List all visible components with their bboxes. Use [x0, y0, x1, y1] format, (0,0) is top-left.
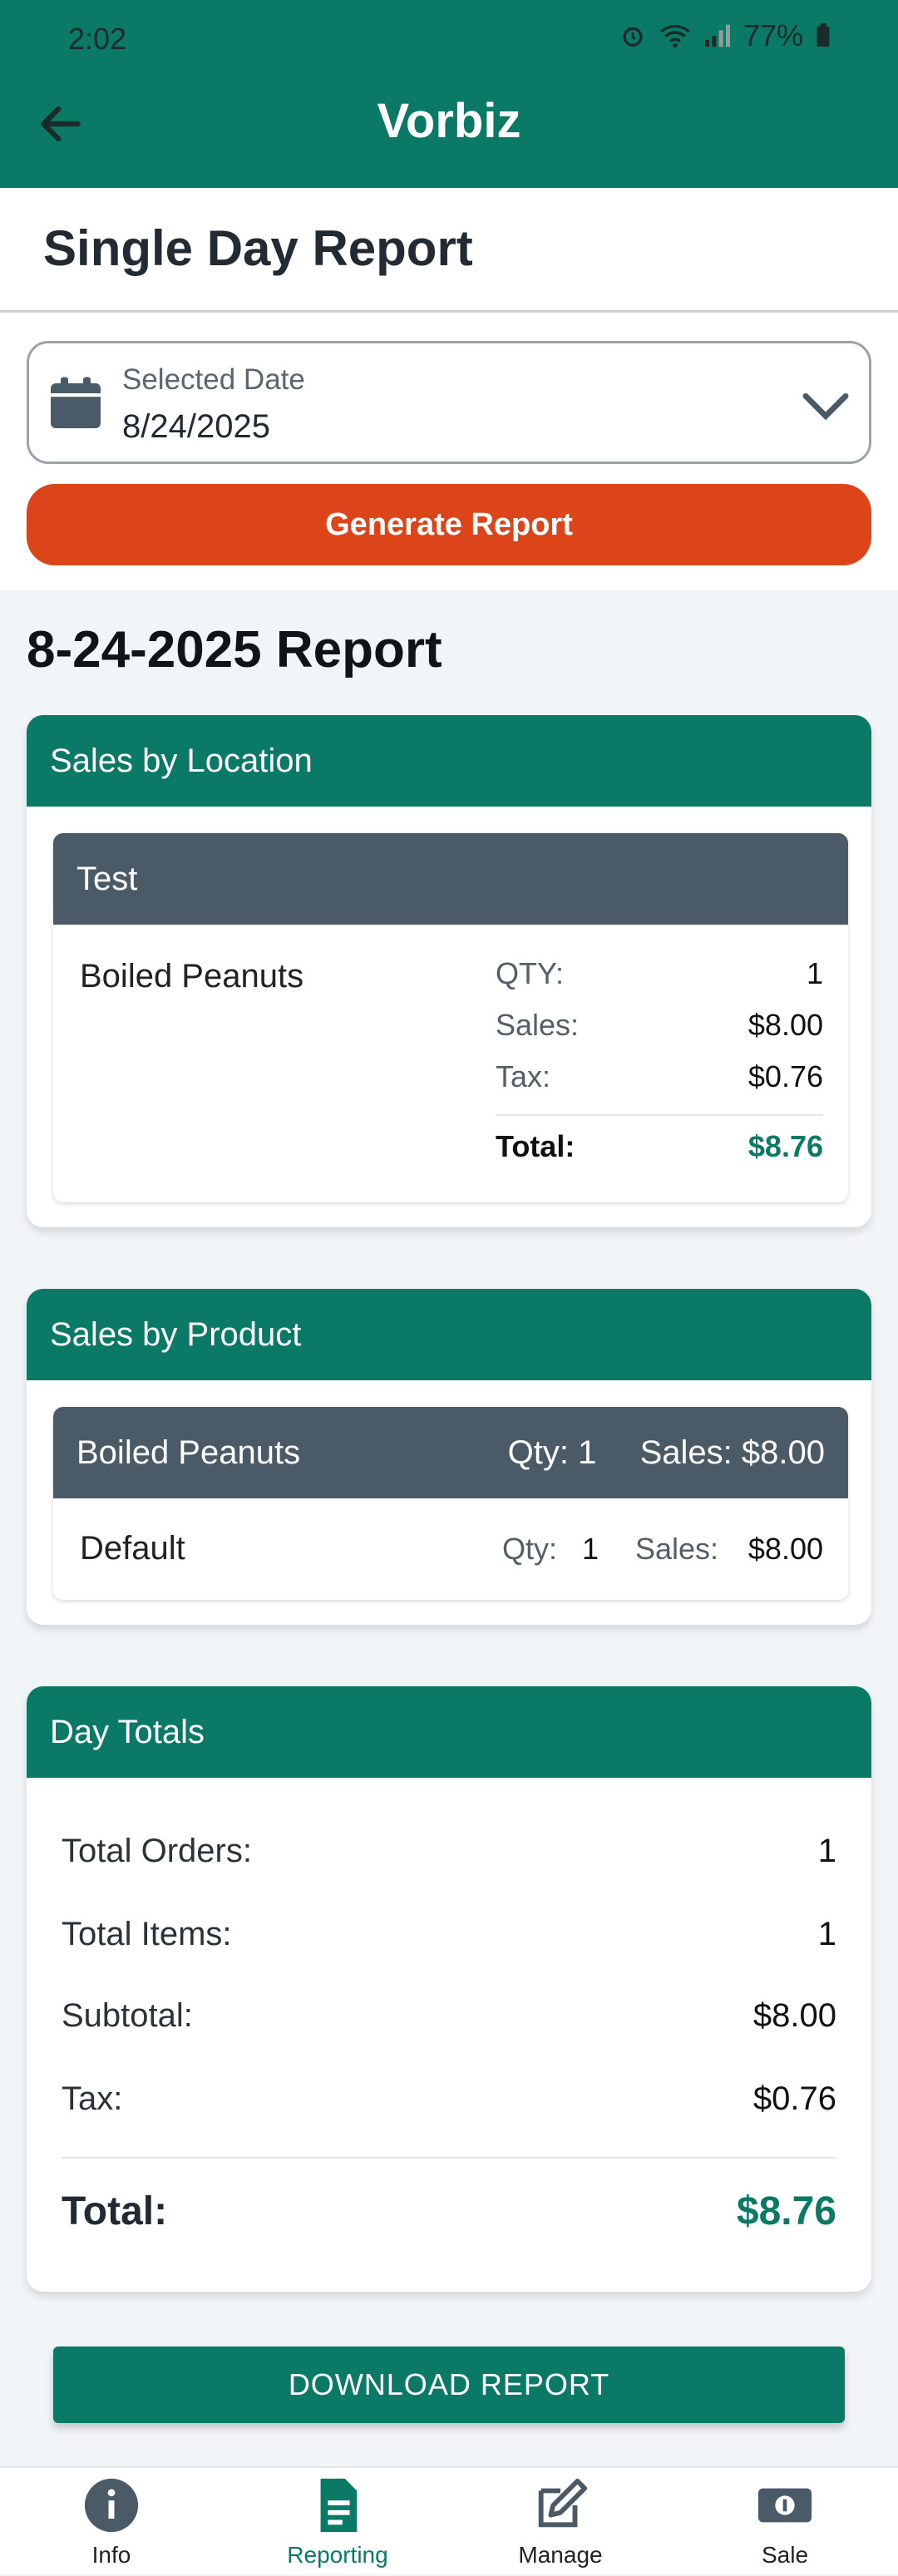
- nav-item-info[interactable]: Info: [28, 2476, 195, 2576]
- product-name: Boiled Peanuts: [80, 958, 304, 994]
- qty-row: QTY: 1: [496, 956, 823, 1003]
- sales-by-location-card: Sales by Location Test Boiled Peanuts QT…: [27, 715, 871, 1227]
- chevron-down-icon: [802, 392, 849, 421]
- signal-icon: [704, 24, 730, 47]
- wifi-icon: [660, 25, 690, 48]
- bottom-nav: Info Reporting Manage Sale: [0, 2466, 898, 2574]
- date-value: 8/24/2025: [122, 408, 270, 445]
- sales-row: Sales: $8.00: [496, 1008, 823, 1054]
- product-qty: Qty: 1: [507, 1434, 597, 1471]
- calendar-icon: [51, 377, 101, 428]
- sales-label: Sales:: [496, 1008, 580, 1042]
- variant-sales-value: $8.00: [748, 1532, 823, 1566]
- report-title: 8-24-2025 Report: [27, 621, 442, 679]
- qty-value: 1: [806, 956, 823, 990]
- generate-report-button[interactable]: Generate Report: [27, 484, 871, 565]
- nav-label-reporting: Reporting: [287, 2542, 388, 2568]
- alarm-icon: [623, 27, 643, 47]
- tax-label: Tax:: [496, 1059, 551, 1093]
- page-header: Single Day Report: [0, 188, 898, 313]
- cash-icon: [757, 2488, 812, 2523]
- date-label: Selected Date: [122, 363, 305, 396]
- edit-icon: [538, 2478, 588, 2528]
- sales-by-product-header: Sales by Product: [27, 1289, 871, 1380]
- grand-total-value: $8.76: [736, 2189, 836, 2233]
- location-card: Test Boiled Peanuts QTY: 1 Sales: $8.00 …: [53, 833, 848, 1202]
- day-totals-card: Day Totals Total Orders: 1 Total Items: …: [27, 1686, 871, 2292]
- page-title: Single Day Report: [43, 220, 473, 276]
- app-bar: 2:02 77% Vorbiz: [0, 0, 898, 188]
- total-row: Total: $8.76: [496, 1129, 823, 1176]
- subtotal-label: Subtotal:: [62, 1997, 193, 2034]
- sales-by-location-header: Sales by Location: [27, 715, 871, 807]
- subtotal-value: $8.00: [752, 1997, 836, 2034]
- location-name: Test: [53, 833, 848, 925]
- total-label: Total:: [496, 1129, 575, 1163]
- product-summary-row: Boiled Peanuts Qty: 1 Sales: $8.00: [53, 1407, 848, 1498]
- battery-percent: 77%: [743, 18, 803, 52]
- product-totals: Qty: 1 Sales: $8.00: [508, 1434, 825, 1472]
- totals-divider: [62, 2157, 836, 2159]
- status-icons: 77%: [619, 18, 831, 53]
- tax-row: Tax: $0.76: [496, 1059, 823, 1106]
- status-time: 2:02: [68, 22, 127, 56]
- sales-value: $8.00: [748, 1008, 823, 1042]
- product-name: Boiled Peanuts: [76, 1434, 301, 1471]
- total-items-value: 1: [817, 1916, 836, 1952]
- tax-value: $0.76: [752, 2080, 836, 2117]
- download-report-button[interactable]: DOWNLOAD REPORT: [53, 2347, 845, 2423]
- variant-qty-value: 1: [582, 1532, 599, 1566]
- variant-qty-label: Qty:: [502, 1532, 558, 1566]
- variant-sales-label: Sales:: [635, 1532, 719, 1566]
- day-totals-header: Day Totals: [27, 1686, 871, 1778]
- tax-label: Tax:: [62, 2080, 123, 2117]
- nav-item-reporting[interactable]: Reporting: [254, 2476, 421, 2576]
- tax-value: $0.76: [748, 1059, 823, 1093]
- status-bar: 2:02 77%: [0, 0, 898, 80]
- battery-icon: [817, 23, 830, 47]
- nav-item-manage[interactable]: Manage: [477, 2476, 644, 2576]
- grand-total-label: Total:: [62, 2189, 168, 2233]
- nav-label-info: Info: [91, 2542, 131, 2568]
- total-orders-label: Total Orders:: [62, 1833, 252, 1869]
- total-orders-value: 1: [817, 1833, 836, 1869]
- location-body: Boiled Peanuts QTY: 1 Sales: $8.00 Tax: …: [53, 925, 848, 1202]
- product-sales: Sales: $8.00: [639, 1434, 825, 1471]
- report-icon: [320, 2478, 358, 2533]
- total-value: $8.76: [748, 1129, 823, 1163]
- app-title: Vorbiz: [377, 94, 521, 148]
- nav-item-sale[interactable]: Sale: [702, 2476, 868, 2576]
- total-items-label: Total Items:: [62, 1916, 232, 1952]
- date-selector[interactable]: Selected Date 8/24/2025: [27, 341, 871, 464]
- qty-label: QTY:: [496, 956, 565, 990]
- variant-row: Default Qty: 1 Sales: $8.00: [53, 1498, 848, 1600]
- info-icon: [84, 2478, 139, 2533]
- variant-name: Default: [80, 1530, 185, 1567]
- divider: [496, 1114, 823, 1116]
- product-card: Boiled Peanuts Qty: 1 Sales: $8.00 Defau…: [53, 1407, 848, 1600]
- sales-by-product-card: Sales by Product Boiled Peanuts Qty: 1 S…: [27, 1289, 871, 1625]
- nav-label-manage: Manage: [518, 2542, 603, 2568]
- nav-label-sale: Sale: [761, 2542, 809, 2568]
